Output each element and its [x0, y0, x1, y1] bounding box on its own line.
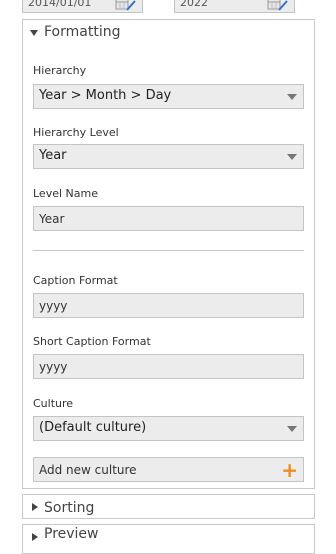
- calendar-edit-icon[interactable]: [267, 0, 289, 11]
- short-caption-format-value: yyyy: [39, 360, 68, 374]
- start-date-value: 2014/01/01: [28, 0, 92, 9]
- triangle-right-icon: [32, 533, 38, 541]
- start-date-field[interactable]: 2014/01/01: [22, 0, 143, 13]
- dropdown-arrow-icon: [287, 94, 297, 100]
- caption-format-field[interactable]: yyyy: [33, 293, 304, 318]
- triangle-down-icon: [30, 30, 38, 36]
- formatting-header[interactable]: Formatting: [23, 20, 314, 46]
- formatting-title: Formatting: [44, 24, 121, 40]
- short-caption-format-field[interactable]: yyyy: [33, 354, 304, 379]
- preview-title: Preview: [44, 526, 99, 542]
- dropdown-arrow-icon: [287, 426, 297, 432]
- triangle-right-icon: [32, 503, 38, 511]
- sorting-title: Sorting: [44, 500, 95, 516]
- hierarchy-level-label: Hierarchy Level: [33, 126, 119, 139]
- short-caption-format-label: Short Caption Format: [33, 335, 151, 348]
- culture-dropdown[interactable]: (Default culture): [33, 416, 304, 441]
- hierarchy-dropdown[interactable]: Year > Month > Day: [33, 84, 304, 109]
- calendar-edit-icon[interactable]: [115, 0, 137, 11]
- hierarchy-value: Year > Month > Day: [39, 88, 172, 103]
- sorting-section[interactable]: Sorting: [22, 494, 315, 519]
- sorting-header[interactable]: Sorting: [23, 495, 314, 521]
- end-date-field[interactable]: 2022: [174, 0, 295, 13]
- caption-format-value: yyyy: [39, 299, 68, 313]
- preview-section[interactable]: Preview: [22, 524, 315, 554]
- culture-label: Culture: [33, 397, 74, 410]
- dropdown-arrow-icon: [287, 154, 297, 160]
- add-new-culture-label: Add new culture: [39, 463, 137, 477]
- caption-format-label: Caption Format: [33, 274, 118, 287]
- end-date-value: 2022: [180, 0, 208, 9]
- level-name-value: Year: [39, 212, 65, 226]
- hierarchy-label: Hierarchy: [33, 64, 87, 77]
- hierarchy-level-value: Year: [39, 148, 67, 163]
- add-new-culture-button[interactable]: Add new culture +: [33, 457, 304, 482]
- level-name-field[interactable]: Year: [33, 206, 304, 231]
- divider: [33, 250, 304, 251]
- culture-value: (Default culture): [39, 420, 147, 435]
- preview-header[interactable]: Preview: [23, 525, 314, 551]
- plus-icon[interactable]: +: [281, 458, 298, 482]
- hierarchy-level-dropdown[interactable]: Year: [33, 144, 304, 169]
- level-name-label: Level Name: [33, 187, 98, 200]
